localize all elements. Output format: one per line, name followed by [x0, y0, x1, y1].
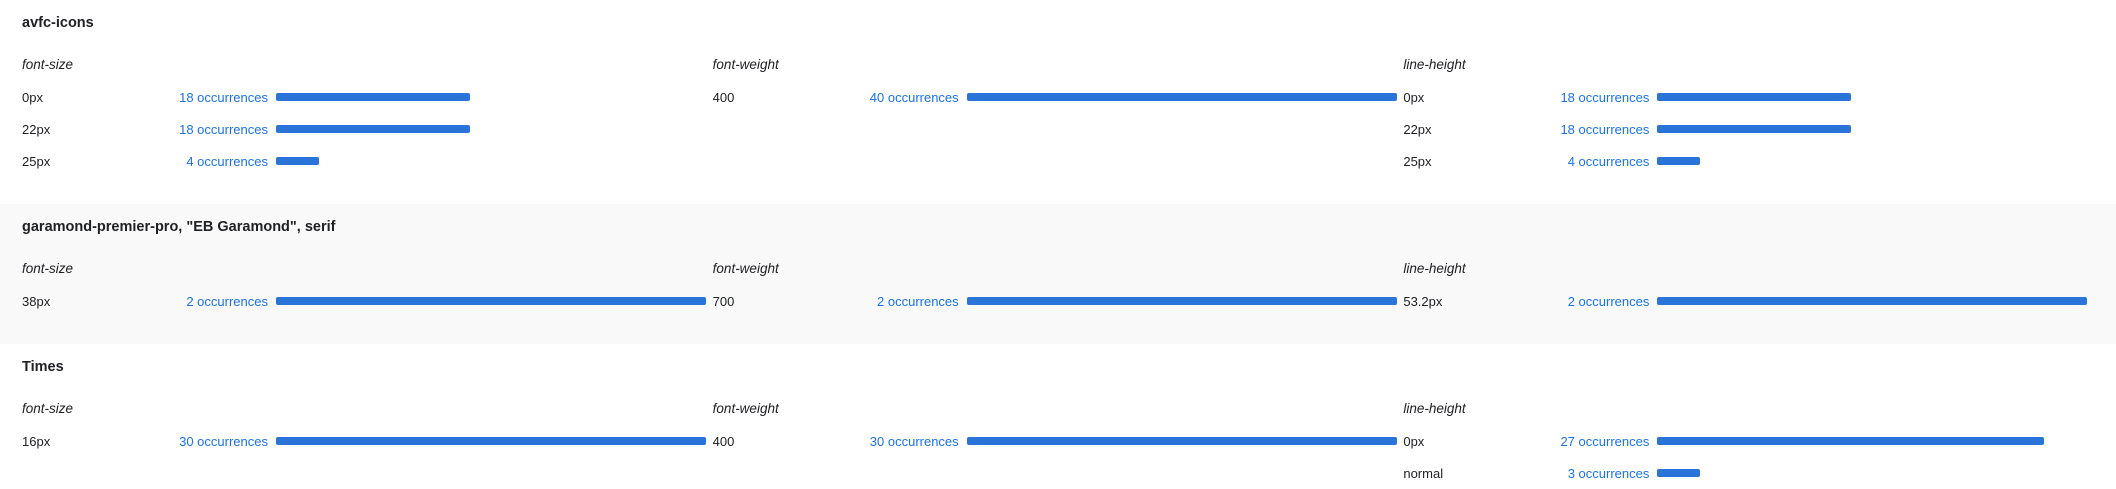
occurrence-bar [276, 93, 470, 101]
occurrences-link[interactable]: 27 occurrences [1543, 434, 1649, 449]
property-column: font-weight 400 30 occurrences [713, 402, 1404, 489]
property-value-row: 25px 4 occurrences [22, 145, 713, 177]
occurrences-link[interactable]: 18 occurrences [162, 90, 268, 105]
property-column: font-size 0px 18 occurrences 22px 18 occurre… [22, 58, 713, 177]
font-family-title: garamond-premier-pro, "EB Garamond", ser… [22, 219, 336, 235]
property-value: 38px [22, 293, 51, 309]
occurrence-bar [966, 437, 1397, 445]
occurrence-bar-track [276, 93, 706, 101]
property-value-row: 38px 2 occurrences [22, 285, 713, 317]
property-value: 700 [712, 293, 735, 309]
occurrences-link[interactable]: 18 occurrences [1543, 90, 1649, 105]
property-column: font-size 38px 2 occurrences [22, 262, 713, 317]
property-label: font-size [22, 401, 74, 416]
occurrence-bar-track [1657, 93, 2087, 101]
property-column: line-height 0px 27 occurrences normal 3 occu… [1403, 402, 2094, 489]
occurrence-bar-track [966, 297, 1397, 305]
property-value: 0px [1403, 89, 1425, 105]
occurrence-bar [1657, 157, 1701, 165]
property-value: 0px [22, 89, 43, 105]
occurrence-bar-track [276, 297, 706, 305]
property-column: line-height 0px 18 occurrences 22px 18 occur… [1403, 58, 2094, 177]
occurrence-bar-track [1657, 437, 2087, 445]
occurrence-bar [966, 93, 1397, 101]
property-value: 400 [712, 89, 735, 105]
property-column: line-height 53.2px 2 occurrences [1403, 262, 2094, 317]
occurrence-bar-track [966, 93, 1397, 101]
occurrence-bar [1657, 469, 1701, 477]
property-value: 22px [1403, 121, 1432, 137]
occurrence-bar [276, 297, 706, 305]
occurrence-bar-track [276, 125, 706, 133]
occurrences-link[interactable]: 3 occurrences [1543, 466, 1650, 481]
property-value: 25px [1403, 153, 1432, 169]
property-value: 16px [22, 433, 51, 449]
property-value-row: 0px 18 occurrences [22, 81, 713, 113]
property-value: 22px [22, 121, 51, 137]
occurrence-bar [1657, 437, 2045, 445]
font-usage-report: avfc-icons font-size 0px 18 occurrences 22px… [0, 0, 2116, 488]
property-value-row: 22px 18 occurrences [1403, 113, 2094, 145]
occurrences-link[interactable]: 40 occurrences [853, 90, 959, 105]
property-value-row: normal 3 occurrences [1403, 457, 2094, 489]
property-value: 25px [22, 153, 51, 169]
property-value-row: 22px 18 occurrences [22, 113, 713, 145]
occurrence-bar [1657, 297, 2088, 305]
property-columns: font-size 38px 2 occurrences font-weight 700… [22, 262, 2094, 317]
property-column: font-weight 700 2 occurrences [713, 262, 1404, 317]
occurrences-link[interactable]: 4 occurrences [162, 154, 268, 169]
property-value-row: 16px 30 occurrences [22, 425, 713, 457]
occurrence-bar-track [966, 437, 1397, 445]
occurrences-link[interactable]: 2 occurrences [853, 294, 959, 309]
occurrence-bar-track [1657, 297, 2088, 305]
property-label: font-weight [712, 261, 779, 276]
property-label: line-height [1403, 57, 1466, 72]
property-columns: font-size 0px 18 occurrences 22px 18 occurre… [22, 58, 2094, 177]
property-label: line-height [1403, 261, 1466, 276]
occurrences-link[interactable]: 2 occurrences [162, 294, 268, 309]
occurrence-bar-track [1657, 125, 2087, 133]
property-label: font-size [22, 57, 74, 72]
font-family-title: Times [22, 359, 64, 375]
property-value: 0px [1403, 433, 1425, 449]
occurrence-bar-track [276, 437, 706, 445]
property-value-row: 400 40 occurrences [713, 81, 1404, 113]
font-family-section: garamond-premier-pro, "EB Garamond", ser… [0, 204, 2116, 344]
property-value: 400 [712, 433, 735, 449]
occurrences-link[interactable]: 18 occurrences [1543, 122, 1649, 137]
property-value-row: 25px 4 occurrences [1403, 145, 2094, 177]
occurrences-link[interactable]: 2 occurrences [1543, 294, 1650, 309]
property-value-row: 0px 27 occurrences [1403, 425, 2094, 457]
property-label: line-height [1403, 401, 1466, 416]
property-value-row: 400 30 occurrences [713, 425, 1404, 457]
occurrences-link[interactable]: 30 occurrences [162, 434, 268, 449]
property-label: font-weight [712, 401, 779, 416]
occurrence-bar [276, 437, 706, 445]
occurrence-bar-track [1657, 469, 2087, 477]
property-column: font-size 16px 30 occurrences [22, 402, 713, 489]
occurrence-bar [1657, 125, 1852, 133]
occurrence-bar [1657, 93, 1852, 101]
font-family-title: avfc-icons [22, 15, 94, 31]
property-label: font-weight [712, 57, 779, 72]
occurrences-link[interactable]: 4 occurrences [1543, 154, 1650, 169]
property-value-row: 700 2 occurrences [713, 285, 1404, 317]
occurrence-bar-track [276, 157, 706, 165]
property-label: font-size [22, 261, 74, 276]
occurrence-bar-track [1657, 157, 2087, 165]
font-family-section: Times font-size 16px 30 occurrences font-wei… [0, 344, 2116, 488]
property-value-row: 53.2px 2 occurrences [1403, 285, 2094, 317]
occurrence-bar [276, 157, 319, 165]
occurrence-bar [966, 297, 1397, 305]
font-family-section: avfc-icons font-size 0px 18 occurrences 22px… [0, 0, 2116, 204]
occurrences-link[interactable]: 30 occurrences [853, 434, 959, 449]
occurrence-bar [276, 125, 470, 133]
property-value: normal [1403, 465, 1444, 481]
property-column: font-weight 400 40 occurrences [713, 58, 1404, 177]
occurrences-link[interactable]: 18 occurrences [162, 122, 268, 137]
property-columns: font-size 16px 30 occurrences font-weight 40… [22, 402, 2094, 489]
property-value-row: 0px 18 occurrences [1403, 81, 2094, 113]
property-value: 53.2px [1403, 293, 1443, 309]
